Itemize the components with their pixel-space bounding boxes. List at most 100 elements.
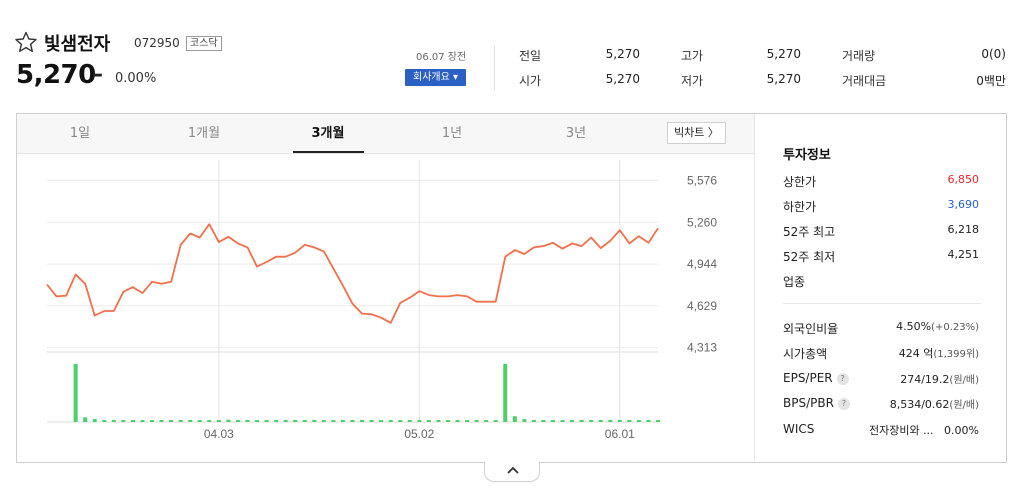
info-value-lower-limit: 3,690	[947, 198, 980, 211]
volume-bar	[560, 420, 565, 422]
volume-bar	[407, 420, 412, 422]
volume-bar	[293, 420, 298, 422]
volume-bar	[522, 419, 527, 422]
volume-bar	[426, 420, 431, 422]
help-icon[interactable]: ?	[836, 373, 849, 385]
stock-name: 빛샘전자	[44, 34, 111, 55]
price-line	[46, 223, 659, 324]
chevron-up-icon	[507, 466, 519, 474]
info-value-upper-limit: 6,850	[947, 173, 980, 186]
volume-bar	[455, 420, 460, 422]
y-tick-label: 4,944	[687, 257, 717, 271]
x-tick-label: 04.03	[204, 427, 234, 441]
price-chart[interactable]: 5,576 5,260 4,944 4,629 4,313 04.03 05.02 06.01	[17, 154, 754, 462]
volume-bar	[226, 419, 231, 422]
info-label-52w-high: 52주 최고	[783, 225, 836, 239]
chart-area: 1일 1개월 3개월 1년 3년 빅차트 〉 5,576 5,260 4,944 4,…	[17, 114, 754, 462]
volume-bar	[388, 420, 393, 422]
volume-bar	[379, 420, 384, 422]
chart-container: 1일 1개월 3개월 1년 3년 빅차트 〉 5,576 5,260 4,944 4,…	[16, 113, 1007, 463]
bigchart-button[interactable]: 빅차트 〉	[667, 122, 726, 144]
volume-bar	[178, 420, 183, 422]
volume-bar	[83, 417, 88, 422]
volume-bar	[436, 420, 441, 422]
info-value-foreign-ratio: 4.50%(+0.23%)	[896, 320, 979, 333]
info-label-eps-per: EPS/PER?	[783, 371, 849, 385]
star-icon[interactable]	[14, 31, 38, 53]
quote-label-low: 저가	[681, 74, 704, 88]
y-tick-label: 4,629	[687, 299, 717, 313]
market-badge: 코스닥	[186, 36, 222, 51]
tab-3month[interactable]: 3개월	[283, 114, 373, 154]
quote-value-open: 5,270	[605, 72, 640, 86]
volume-bar	[235, 420, 240, 422]
volume-bar	[283, 420, 288, 422]
help-icon[interactable]: ?	[837, 398, 850, 410]
quote-value-prev-close: 5,270	[605, 47, 640, 61]
info-title: 투자정보	[783, 148, 831, 163]
period-tabs: 1일 1개월 3개월 1년 3년 빅차트 〉	[17, 114, 754, 154]
info-divider	[783, 303, 981, 304]
investment-info-panel: 투자정보 상한가 6,850 하한가 3,690 52주 최고 6,218 52…	[754, 114, 1006, 462]
volume-bar	[589, 420, 594, 422]
volume-bar	[369, 420, 374, 422]
x-tick-label: 05.02	[404, 427, 434, 441]
quote-label-high: 고가	[681, 49, 704, 63]
quote-label-trade-value: 거래대금	[842, 74, 887, 88]
tab-3year[interactable]: 3년	[531, 114, 621, 154]
quote-value-high: 5,270	[766, 47, 801, 61]
active-tab-underline	[293, 151, 364, 153]
info-value-52w-high: 6,218	[947, 223, 980, 236]
volume-bar	[350, 420, 355, 422]
volume-bar	[216, 420, 221, 422]
stock-header: 빛샘전자 072950 코스닥 5,270 – 0.00% 06.07 장전 회…	[0, 0, 1027, 112]
volume-bar	[656, 420, 660, 422]
volume-bar	[207, 420, 212, 422]
volume-bar	[617, 420, 622, 422]
volume-bar	[579, 420, 584, 422]
volume-bar	[398, 420, 403, 422]
volume-bar	[169, 420, 174, 422]
volume-bar	[531, 420, 536, 422]
tab-1year[interactable]: 1년	[407, 114, 497, 154]
volume-bar	[636, 420, 641, 422]
volume-bar	[512, 416, 517, 422]
volume-bar	[73, 364, 78, 422]
info-label-market-cap: 시가총액	[783, 347, 828, 361]
quote-label-volume: 거래량	[842, 49, 876, 63]
info-label-52w-low: 52주 최저	[783, 250, 836, 264]
info-label-upper-limit: 상한가	[783, 175, 817, 189]
volume-bar	[302, 420, 307, 422]
info-label-foreign-ratio: 외국인비율	[783, 322, 839, 336]
tab-1month[interactable]: 1개월	[159, 114, 249, 154]
volume-bar	[484, 420, 489, 422]
header-divider	[494, 46, 495, 90]
current-price: 5,270	[16, 60, 96, 90]
volume-bar	[197, 420, 202, 422]
info-value-wics[interactable]: 전자장비와 ... 0.00%	[869, 422, 979, 438]
volume-bar	[570, 420, 575, 422]
volume-bar	[102, 420, 107, 422]
info-label-industry: 업종	[783, 275, 806, 289]
change-indicator: –	[92, 62, 103, 87]
change-rate: 0.00%	[115, 71, 157, 86]
info-value-bps-pbr: 8,534/0.62(원/배)	[889, 398, 979, 411]
y-tick-label: 5,576	[687, 173, 717, 187]
volume-bar	[255, 420, 260, 422]
quote-label-open: 시가	[519, 74, 542, 88]
tab-1day[interactable]: 1일	[35, 114, 125, 154]
quote-value-low: 5,270	[766, 72, 801, 86]
volume-bar	[130, 420, 135, 422]
company-overview-button[interactable]: 회사개요 ▾	[405, 69, 466, 86]
y-tick-label: 4,313	[687, 341, 717, 355]
volume-bar	[245, 420, 250, 422]
volume-bar	[445, 420, 450, 422]
collapse-toggle[interactable]	[484, 462, 540, 482]
stock-code: 072950	[134, 36, 180, 50]
volume-bar	[627, 420, 632, 422]
volume-bar	[264, 420, 269, 422]
info-value-eps-per: 274/19.2(원/배)	[900, 373, 979, 386]
volume-bar	[646, 420, 651, 422]
info-label-bps-pbr: BPS/PBR?	[783, 396, 850, 410]
volume-bar	[598, 420, 603, 422]
